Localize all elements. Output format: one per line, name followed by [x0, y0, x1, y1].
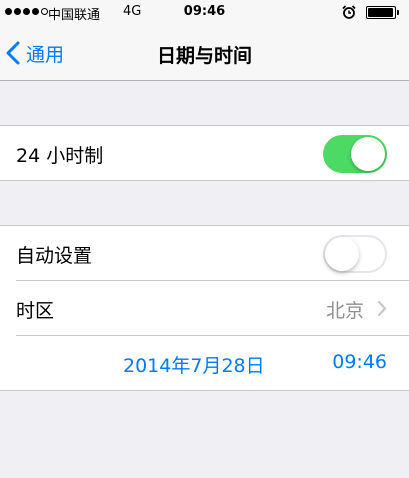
setting-label-auto-set: 自动设置: [16, 245, 93, 267]
setting-row-timezone[interactable]: 时区 北京: [0, 280, 409, 336]
battery-fill: [368, 8, 393, 17]
toggle-24-hour[interactable]: [323, 135, 387, 173]
setting-label-timezone: 时区: [16, 300, 55, 322]
toggle-knob: [325, 237, 359, 271]
alarm-clock-icon: [342, 5, 356, 19]
timezone-value: 北京: [325, 300, 364, 322]
setting-label-24-hour: 24 小时制: [16, 145, 104, 167]
toggle-knob: [351, 137, 385, 171]
navigation-bar: 通用 日期与时间: [0, 26, 409, 81]
toggle-auto-set[interactable]: [323, 235, 387, 273]
status-bar: 中国联通 4G 09:46: [0, 0, 409, 26]
chevron-right-icon: [377, 300, 387, 317]
setting-row-24-hour: 24 小时制: [0, 126, 409, 181]
page-title: 日期与时间: [156, 45, 252, 67]
battery-icon: [366, 6, 399, 19]
settings-group-clock-format: 24 小时制: [0, 125, 409, 181]
time-value[interactable]: 09:46: [332, 351, 387, 373]
setting-row-date-time: 2014年7月28日 09:46: [0, 335, 409, 391]
settings-group-date-time: 自动设置 时区 北京 2014年7月28日 09:46: [0, 225, 409, 391]
date-value[interactable]: 2014年7月28日: [123, 351, 265, 378]
settings-screen: 中国联通 4G 09:46 通用 日期与时间 24 小时制 自动设置 时区 北京…: [0, 0, 409, 478]
setting-row-auto-set: 自动设置: [0, 226, 409, 281]
